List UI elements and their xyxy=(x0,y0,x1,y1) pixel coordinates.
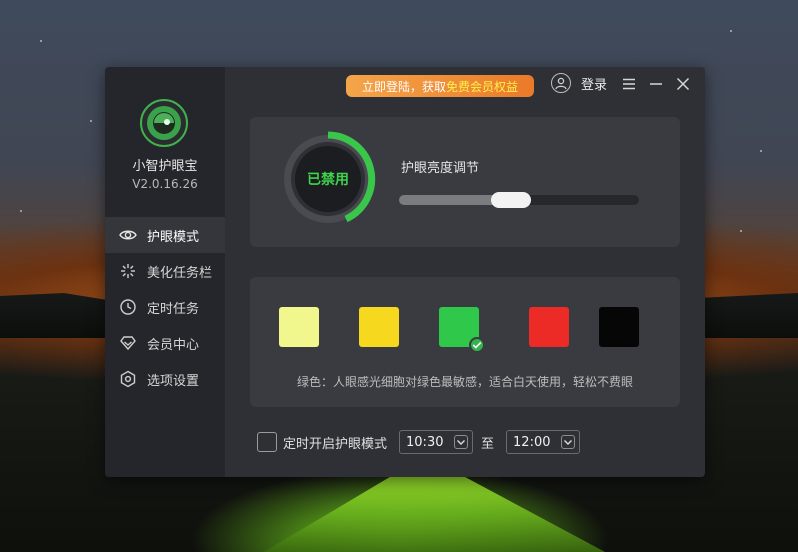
swatch-black[interactable] xyxy=(599,307,639,347)
sidebar-item-label: 护眼模式 xyxy=(147,229,200,245)
schedule-checkbox[interactable] xyxy=(257,432,277,452)
brightness-title: 护眼亮度调节 xyxy=(401,161,480,176)
app-window: 小智护眼宝 V2.0.16.26 护眼模式 美化任务栏 定时任务 会员中心 选项… xyxy=(105,67,705,477)
eye-mode-toggle[interactable]: 已禁用 xyxy=(280,131,376,227)
sparkle-icon xyxy=(119,262,137,280)
start-time-select[interactable]: 10:30 xyxy=(399,430,474,454)
swatch-green[interactable] xyxy=(439,307,485,353)
sidebar: 小智护眼宝 V2.0.16.26 护眼模式 美化任务栏 定时任务 会员中心 选项… xyxy=(105,67,225,477)
settings-icon xyxy=(119,370,137,388)
end-time-value: 12:00 xyxy=(513,434,551,450)
sidebar-nav: 护眼模式 美化任务栏 定时任务 会员中心 选项设置 xyxy=(105,217,225,397)
menu-icon[interactable] xyxy=(621,76,637,92)
promo-highlight: 免费会员权益 xyxy=(446,79,519,94)
eye-protection-panel: 已禁用 护眼亮度调节 xyxy=(250,117,680,247)
color-description: 绿色：人眼感光细胞对绿色最敏感，适合白天使用，轻松不费眼 xyxy=(296,375,633,389)
login-button[interactable]: 登录 xyxy=(551,73,607,93)
chevron-down-icon xyxy=(454,435,469,449)
eye-mode-status: 已禁用 xyxy=(307,172,349,188)
eye-icon xyxy=(119,226,137,244)
brightness-slider-thumb[interactable] xyxy=(491,192,531,208)
close-icon[interactable] xyxy=(675,76,691,92)
promo-text: 立即登陆，获取 xyxy=(361,79,446,94)
sidebar-item-label: 会员中心 xyxy=(147,337,200,353)
brightness-slider[interactable] xyxy=(399,192,639,208)
avatar-icon xyxy=(551,73,571,93)
schedule-label: 定时开启护眼模式 xyxy=(283,436,388,452)
swatch-light-yellow[interactable] xyxy=(279,307,319,347)
time-separator: 至 xyxy=(481,436,495,452)
sidebar-item-membership[interactable]: 会员中心 xyxy=(105,325,225,361)
check-icon xyxy=(469,337,485,353)
sidebar-item-label: 定时任务 xyxy=(147,301,200,317)
sidebar-item-taskbar[interactable]: 美化任务栏 xyxy=(105,253,225,289)
sidebar-item-label: 美化任务栏 xyxy=(147,265,213,281)
sidebar-item-settings[interactable]: 选项设置 xyxy=(105,361,225,397)
swatch-yellow[interactable] xyxy=(359,307,399,347)
schedule-row: 定时开启护眼模式 10:30 至 12:00 xyxy=(257,430,581,454)
sidebar-item-label: 选项设置 xyxy=(147,373,200,389)
end-time-select[interactable]: 12:00 xyxy=(506,430,581,454)
app-logo xyxy=(140,99,188,147)
chevron-down-icon xyxy=(561,435,576,449)
clock-icon xyxy=(119,298,137,316)
sidebar-item-eye-mode[interactable]: 护眼模式 xyxy=(105,217,225,253)
login-label: 登录 xyxy=(581,77,608,93)
app-name: 小智护眼宝 xyxy=(132,159,198,174)
sidebar-item-schedule[interactable]: 定时任务 xyxy=(105,289,225,325)
app-version: V2.0.16.26 xyxy=(132,177,198,191)
swatch-red[interactable] xyxy=(529,307,569,347)
promo-banner[interactable]: 立即登陆，获取 免费会员权益 xyxy=(346,75,534,97)
diamond-icon xyxy=(119,334,137,352)
start-time-value: 10:30 xyxy=(406,434,444,450)
main-content: 立即登陆，获取 免费会员权益 登录 已禁用 护眼亮度调节 绿色：人眼感光细胞对绿… xyxy=(225,67,705,477)
color-mode-panel: 绿色：人眼感光细胞对绿色最敏感，适合白天使用，轻松不费眼 xyxy=(250,277,680,407)
minimize-icon[interactable] xyxy=(648,76,664,92)
